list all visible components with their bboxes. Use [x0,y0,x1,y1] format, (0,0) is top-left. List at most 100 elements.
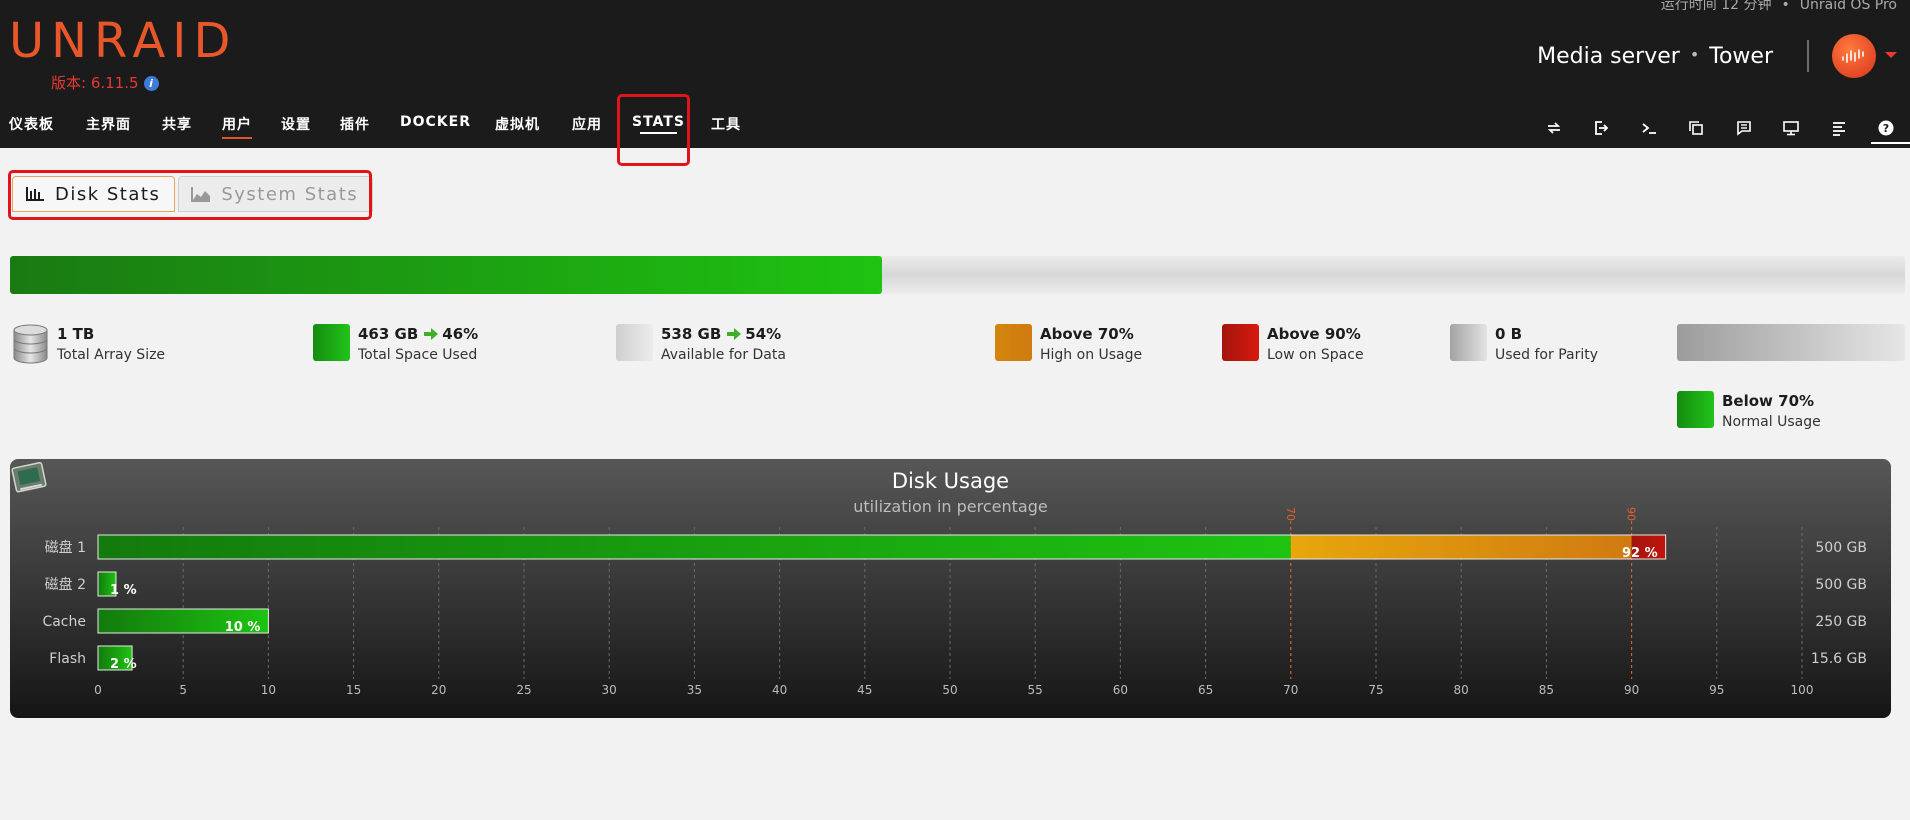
x-tick-label: 70 [1283,683,1298,697]
x-tick-label: 80 [1454,683,1469,697]
bar-segment [98,535,1291,559]
normal-usage-swatch [1677,391,1714,428]
used-label: Total Space Used [358,347,478,363]
bar-value-label: 92 % [1622,546,1658,561]
category-label: Flash [49,651,86,667]
used-swatch [313,324,350,361]
capacity-label: 250 GB [1815,614,1867,630]
arrow-right-icon [727,328,742,340]
high-usage-swatch [995,324,1032,361]
stats-highlight-box [617,94,690,166]
nav-item-5[interactable]: 插件 [340,108,370,140]
x-tick-label: 100 [1791,683,1814,697]
user-waveform-icon [1842,49,1864,63]
x-tick-label: 15 [346,683,361,697]
license-text: Unraid OS Pro [1799,0,1897,13]
category-label: 磁盘 1 [45,539,86,556]
free-percent: 54% [745,325,782,343]
x-tick-label: 60 [1113,683,1128,697]
array-size-label: Total Array Size [57,347,166,363]
capacity-label: 500 GB [1815,577,1867,593]
svg-text:?: ? [1883,122,1889,135]
server-name: Tower [1709,44,1773,69]
copy-icon[interactable] [1673,112,1721,144]
array-capacity-used-fill [10,256,882,294]
category-label: 磁盘 2 [45,576,86,593]
server-info: Media server • Tower [1537,44,1773,69]
logout-icon[interactable] [1578,112,1626,144]
header: 运行时间 12 分钟 • Unraid OS Pro UNRAID 版本: 6.11… [0,0,1910,148]
parity-value: 0 B [1495,325,1523,343]
toolbar-icons: ? [1530,112,1910,148]
x-tick-label: 35 [687,683,702,697]
used-value: 463 GB [358,325,419,343]
unraid-logo[interactable]: UNRAID [9,17,237,65]
x-tick-label: 95 [1709,683,1724,697]
high-value: Above 70% [1040,325,1134,343]
avatar[interactable] [1832,34,1876,78]
chart-plot: 0 5 10 15 20 25 30 35 40 45 50 55 60 65 70 75 80 85 90 95 10… [42,507,1867,697]
x-tick-label: 75 [1368,683,1383,697]
nav-item-10[interactable]: 工具 [711,108,741,140]
x-tick-label: 0 [94,683,102,697]
legend-space-used: 463 GB 46% Total Space Used [313,324,478,366]
free-label: Available for Data [661,347,786,363]
x-tick-label: 85 [1539,683,1554,697]
x-tick-label: 5 [179,683,187,697]
used-percent: 46% [442,325,479,343]
x-tick-label: 65 [1198,683,1213,697]
x-tick-label: 45 [857,683,872,697]
x-tick-label: 25 [516,683,531,697]
bar-segment [1290,535,1632,559]
nav-item-6[interactable]: DOCKER [400,108,471,136]
header-divider [1807,40,1809,72]
array-size-value: 1 TB [57,325,95,343]
nav-item-3[interactable]: 用户 [222,108,252,140]
normal-label: Normal Usage [1722,414,1821,430]
free-value: 538 GB [661,325,722,343]
x-tick-label: 90 [1624,683,1639,697]
legend-parity: 0 B Used for Parity [1450,324,1598,366]
help-icon[interactable]: ? [1863,112,1910,144]
server-description: Media server [1537,44,1680,69]
parity-bar [1677,324,1905,361]
nav-item-8[interactable]: 应用 [572,108,602,140]
nav-item-1[interactable]: 主界面 [86,108,131,140]
x-tick-label: 30 [602,683,617,697]
capacity-label: 500 GB [1815,540,1867,556]
database-icon [13,324,48,364]
chevron-down-icon[interactable] [1885,52,1897,58]
feedback-icon[interactable] [1720,112,1768,144]
low-value: Above 90% [1267,325,1361,343]
nav-item-2[interactable]: 共享 [162,108,192,140]
category-label: Cache [42,614,86,630]
x-tick-label: 20 [431,683,446,697]
uptime-text: 运行时间 12 分钟 [1660,0,1772,13]
top-status: 运行时间 12 分钟 • Unraid OS Pro [1661,0,1897,14]
legend-normal-usage: Below 70% Normal Usage [1677,391,1821,433]
x-tick-label: 40 [772,683,787,697]
high-label: High on Usage [1040,347,1143,363]
info-icon[interactable]: i [143,76,159,91]
legend-array-size: 1 TB Total Array Size [12,324,165,366]
switch-icon[interactable] [1530,112,1578,144]
legend-low-space: Above 90% Low on Space [1222,324,1364,366]
bar-value-label: 10 % [225,620,261,635]
normal-value: Below 70% [1722,392,1815,410]
low-space-swatch [1222,324,1259,361]
nav-item-4[interactable]: 设置 [281,108,311,140]
nav-item-7[interactable]: 虚拟机 [495,108,540,140]
tabs-highlight-box [8,170,372,220]
x-tick-label: 10 [261,683,276,697]
arrow-right-icon [424,328,439,340]
x-tick-label: 50 [942,683,957,697]
disk-usage-chart: Disk Usage utilization in percentage 051… [10,459,1891,718]
parity-swatch [1450,324,1487,361]
monitor-icon[interactable] [1768,112,1816,144]
nav-item-0[interactable]: 仪表板 [9,108,54,140]
terminal-icon[interactable] [1625,112,1673,144]
capacity-label: 15.6 GB [1811,651,1867,667]
log-icon[interactable] [1815,112,1863,144]
bar-value-label: 1 % [110,583,137,598]
threshold-label-70: 70 [1284,507,1297,521]
